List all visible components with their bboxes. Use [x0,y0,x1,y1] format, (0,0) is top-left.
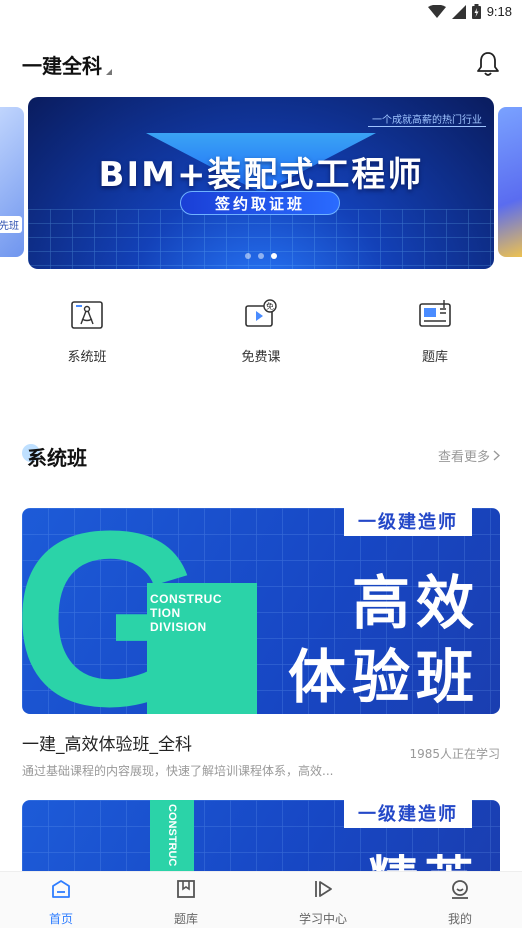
app-header: 一建全科 [0,44,522,84]
play-icon [315,881,332,897]
tab-home[interactable]: 首页 [16,878,106,927]
status-icons: 9:18 [427,4,512,19]
home-icon [52,880,70,898]
svg-text:免: 免 [266,301,274,311]
quick-nav-label: 免费课 [241,350,281,365]
course-description: 通过基础课程的内容展现，快速了解培训课程体系，高效... [22,764,334,778]
cover-vertical-text [44,804,56,864]
banner-title: BIM+装配式工程师 [98,155,424,195]
banner-pagination [28,253,494,259]
cover-level-tag: 一级建造师 [344,508,472,536]
bottom-tab-bar: 首页 题库 学习中心 我的 [0,871,522,928]
quick-nav-system-class[interactable]: 系统班 [42,298,132,365]
pagination-dot[interactable] [258,253,264,259]
bookmark-icon [177,880,195,898]
tab-label: 题库 [173,912,198,926]
battery-icon [471,4,481,19]
status-time: 9:18 [486,4,512,19]
cover-division-line: TION [150,606,181,620]
tab-question-bank[interactable]: 题库 [141,878,231,927]
quick-nav-question-bank[interactable]: 题库 [390,298,480,365]
course-title[interactable]: 一建_高效体验班_全科 [22,730,192,755]
course-learner-count: 1985人正在学习 [409,747,500,761]
status-bar: 9:18 [0,0,522,30]
banner-prev-card[interactable]: 先班 [0,107,24,257]
tab-profile[interactable]: 我的 [415,878,505,927]
banner-carousel[interactable]: 先班 一个成就高薪的热门行业 BIM+装配式工程师 签约取证班 [0,97,522,269]
course-cover[interactable]: G CONSTRUC TION DIVISION 一级建造师 高效 体验班 [22,508,500,714]
free-video-icon: 免 [245,299,277,327]
banner-grid-decoration [28,209,494,269]
signal-icon [451,4,466,19]
subject-label: 一建全科 [22,54,102,78]
banner-slide[interactable]: 一个成就高薪的热门行业 BIM+装配式工程师 签约取证班 [28,97,494,269]
profile-icon [452,880,468,899]
section-title: 系统班 [27,446,87,470]
view-more-label: 查看更多 [437,450,490,465]
cover-title-line2: 体验班 [287,643,480,711]
banner-tag: 一个成就高薪的热门行业 [368,111,486,127]
quick-nav-label: 题库 [421,350,448,365]
question-bank-icon [419,300,451,327]
cover-title-line1: 精英 [368,840,480,871]
banner-prev-label: 先班 [0,216,22,233]
pagination-dot[interactable] [245,253,251,259]
tab-label: 首页 [48,912,73,926]
banner-next-card[interactable] [498,107,522,257]
tab-label: 我的 [447,912,472,926]
tab-label: 学习中心 [298,912,347,926]
section-header: 系统班 查看更多 [22,440,500,470]
cover-division-line: DIVISION [150,620,207,634]
cover-division-text: CONSTRUC TION DIVISION [150,592,222,634]
cover-division-line: CONSTRUC [150,592,222,606]
quick-nav: 系统班 免 免费课 题库 [0,298,522,368]
subject-selector[interactable]: 一建全科 [22,50,112,79]
chevron-right-icon [493,450,500,461]
quick-nav-free-course[interactable]: 免 免费课 [216,298,306,365]
caret-down-icon [106,69,112,75]
bell-icon[interactable] [474,50,502,78]
cover-division-text: CONSTRUC [166,804,178,867]
compass-icon [71,301,103,329]
pagination-dot-active[interactable] [271,253,277,259]
tab-learning-center[interactable]: 学习中心 [278,878,368,927]
course-cover[interactable]: CONSTRUC 一级建造师 精英 [22,800,500,871]
cover-title-line1: 高效 [351,569,480,637]
wifi-icon [427,4,446,18]
banner-subtitle: 签约取证班 [180,191,340,215]
cover-level-tag: 一级建造师 [344,800,472,828]
quick-nav-label: 系统班 [67,350,107,365]
view-more-link[interactable]: 查看更多 [438,446,500,465]
